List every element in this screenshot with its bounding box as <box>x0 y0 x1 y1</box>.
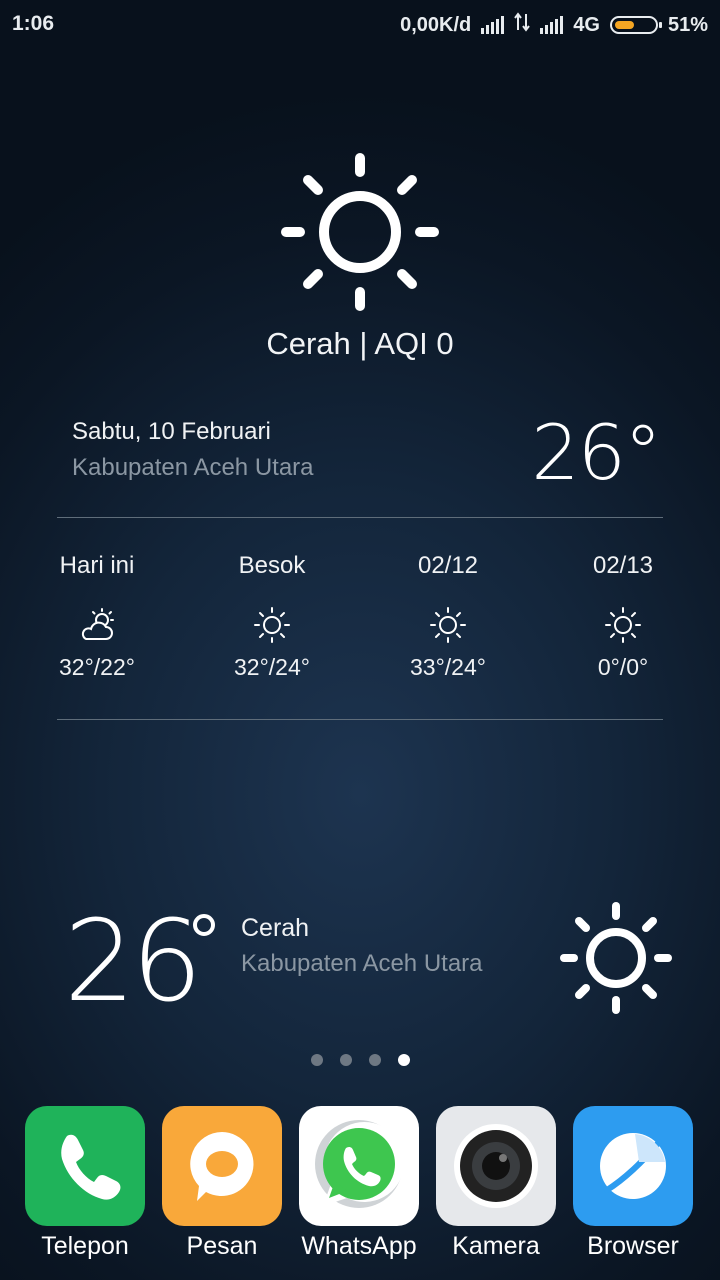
forecast-day[interactable]: Hari ini 32°/22° <box>27 550 167 681</box>
signal-icon <box>481 16 505 34</box>
app-label: Kamera <box>452 1232 540 1260</box>
network-speed: 0,00K/d <box>400 13 472 36</box>
forecast-range: 32°/22° <box>59 654 135 680</box>
app-label: Pesan <box>186 1232 258 1260</box>
forecast-day[interactable]: Besok 32°/24° <box>202 550 342 681</box>
forecast-day-label: Besok <box>238 552 306 579</box>
forecast-day[interactable]: 02/13 0°/0° <box>553 550 693 681</box>
camera-icon[interactable] <box>436 1106 556 1226</box>
phone-icon[interactable] <box>25 1106 145 1226</box>
signal-icon-2 <box>540 16 564 34</box>
condition-aqi[interactable]: Cerah | AQI 0 <box>0 326 720 362</box>
network-type: 4G <box>573 13 600 36</box>
sun-icon[interactable] <box>558 900 674 1016</box>
page-indicator-dot[interactable] <box>369 1054 381 1066</box>
date: Sabtu, 10 Februari <box>72 418 271 445</box>
widget-temperature[interactable]: 26 <box>64 906 203 1018</box>
sun-icon <box>430 607 466 643</box>
forecast-day-label: Hari ini <box>59 552 135 579</box>
data-arrows-icon <box>514 12 531 38</box>
current-temperature[interactable]: 26° <box>531 408 662 497</box>
page-indicator-dot-active[interactable] <box>398 1054 410 1066</box>
message-icon[interactable] <box>162 1106 282 1226</box>
degree-symbol <box>193 914 215 936</box>
app-browser[interactable]: Browser <box>573 1106 693 1260</box>
sun-icon <box>605 607 641 643</box>
forecast-range: 0°/0° <box>597 654 649 680</box>
status-time: 1:06 <box>12 12 55 35</box>
sun-icon[interactable] <box>280 152 440 312</box>
forecast-day[interactable]: 02/12 33°/24° <box>378 550 518 681</box>
app-pesan[interactable]: Pesan <box>162 1106 282 1260</box>
forecast-range: 32°/24° <box>234 654 310 680</box>
app-label: Telepon <box>41 1232 129 1260</box>
divider <box>57 719 663 720</box>
page-indicator-dot[interactable] <box>311 1054 323 1066</box>
status-bar: 1:06 0,00K/d 4G 51% <box>0 0 720 50</box>
widget-location: Kabupaten Aceh Utara <box>241 950 483 977</box>
browser-icon[interactable] <box>573 1106 693 1226</box>
sun-icon <box>254 607 290 643</box>
app-whatsapp[interactable]: WhatsApp <box>299 1106 419 1260</box>
battery-fill <box>614 21 634 29</box>
battery-percent: 51% <box>667 13 708 36</box>
battery-icon <box>609 16 662 34</box>
status-indicators: 0,00K/d 4G 51% <box>400 12 708 38</box>
app-telepon[interactable]: Telepon <box>25 1106 145 1260</box>
app-kamera[interactable]: Kamera <box>436 1106 556 1260</box>
partly-cloudy-icon <box>81 608 114 640</box>
divider <box>57 517 663 518</box>
forecast-day-label: 02/13 <box>592 552 654 579</box>
app-label: WhatsApp <box>301 1232 417 1260</box>
forecast-day-label: 02/12 <box>417 552 479 579</box>
forecast-range: 33°/24° <box>410 654 486 680</box>
page-indicator-dot[interactable] <box>340 1054 352 1066</box>
app-label: Browser <box>587 1232 679 1260</box>
whatsapp-icon[interactable] <box>299 1106 419 1226</box>
location: Kabupaten Aceh Utara <box>72 454 314 481</box>
widget-condition: Cerah <box>241 914 310 942</box>
